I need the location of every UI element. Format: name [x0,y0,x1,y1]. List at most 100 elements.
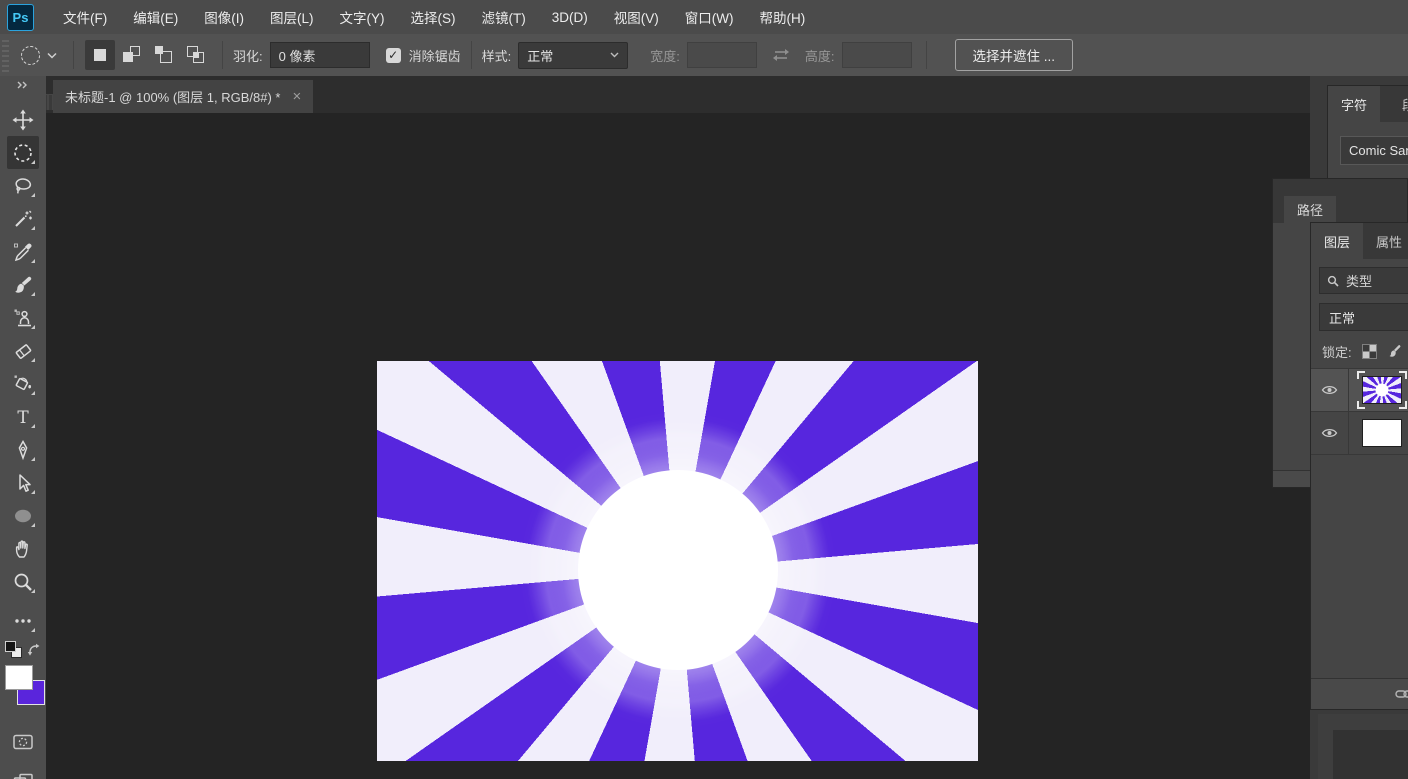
tab-paragraph[interactable]: 段落 [1389,86,1408,122]
foreground-color-swatch[interactable] [5,665,33,690]
height-input [842,42,912,68]
swap-colors-icon[interactable] [27,643,41,657]
lasso-tool-icon [12,175,34,197]
eye-icon [1321,384,1338,396]
character-panel: 字符 段落 Comic Sans MS [1327,85,1408,179]
zoom-tool[interactable] [7,565,39,598]
intersect-selection-button[interactable] [181,40,211,70]
menu-help[interactable]: 帮助(H) [746,0,818,34]
pen-tool-icon [12,439,34,461]
new-selection-button[interactable] [85,40,115,70]
font-family-value: Comic Sans MS [1349,143,1408,158]
layer-row[interactable]: 图层 1 [1311,369,1408,412]
bottom-right-panel-content [1333,730,1408,779]
type-tool[interactable]: T [7,400,39,433]
separator [222,41,223,69]
menu-layer[interactable]: 图层(L) [257,0,327,34]
link-layers-icon[interactable] [1395,688,1408,700]
checkmark-icon: ✓ [388,48,398,62]
layer-thumbnail[interactable] [1360,374,1404,406]
toolbar-collapse-button[interactable] [0,76,46,89]
layer-row[interactable]: 背景 [1311,412,1408,455]
menu-window[interactable]: 窗口(W) [672,0,747,34]
layer-visibility-toggle[interactable] [1311,412,1349,454]
elliptical-marquee-icon [21,46,40,65]
tab-character[interactable]: 字符 [1328,86,1380,122]
sunburst-thumbnail [1362,376,1402,404]
lock-pixels-brush-icon[interactable] [1387,344,1402,359]
background-thumbnail [1362,419,1402,447]
tab-paths[interactable]: 路径 [1284,196,1336,223]
paint-bucket-tool-icon [12,373,34,395]
default-colors-button[interactable] [5,641,22,658]
clone-stamp-tool-icon [12,307,34,329]
lasso-tool[interactable] [7,169,39,202]
document-canvas[interactable] [377,361,978,761]
default-foreground-swatch [5,641,16,652]
ellipsis-icon [12,610,34,632]
photoshop-logo-icon: Ps [7,4,34,31]
swap-width-height-icon [771,47,791,63]
layer-visibility-toggle[interactable] [1311,369,1349,411]
antialias-checkbox[interactable]: ✓ [386,48,401,63]
paint-bucket-tool[interactable] [7,367,39,400]
layers-panel-bottom-bar [1311,678,1408,709]
lock-label: 锁定: [1322,342,1352,361]
document-tab-bar: 未标题-1 @ 100% (图层 1, RGB/8#) * × [46,76,1310,113]
hand-tool[interactable] [7,532,39,565]
chevron-down-icon [610,52,619,58]
move-tool[interactable] [7,103,39,136]
tab-properties[interactable]: 属性 [1363,223,1408,259]
new-selection-icon [91,46,109,64]
options-bar-grip[interactable] [2,38,9,72]
style-value: 正常 [527,46,553,65]
pen-tool[interactable] [7,433,39,466]
subtract-from-selection-button[interactable] [149,40,179,70]
menu-file[interactable]: 文件(F) [50,0,120,34]
path-selection-tool[interactable] [7,466,39,499]
layer-filter-field[interactable]: 类型 [1319,267,1408,294]
menu-image[interactable]: 图像(I) [191,0,257,34]
sunburst-center-circle [578,470,778,670]
layers-panel: 图层 属性 类型 正常 锁定: [1310,222,1408,710]
add-to-selection-button[interactable] [117,40,147,70]
font-family-input[interactable]: Comic Sans MS [1340,136,1408,165]
quick-mask-button[interactable] [7,725,39,758]
close-tab-icon[interactable]: × [292,89,301,104]
select-and-mask-button[interactable]: 选择并遮住 ... [955,39,1074,71]
canvas-area[interactable] [46,113,1310,779]
lock-transparency-icon[interactable] [1362,344,1377,359]
screen-mode-button[interactable] [7,764,39,779]
magic-wand-tool[interactable] [7,202,39,235]
brush-tool[interactable] [7,268,39,301]
eraser-tool[interactable] [7,334,39,367]
tab-layers[interactable]: 图层 [1311,223,1363,259]
style-select[interactable]: 正常 [518,42,628,69]
feather-value: 0 像素 [279,46,316,65]
ellipse-shape-tool[interactable] [7,499,39,532]
path-selection-tool-icon [12,472,34,494]
clone-stamp-tool[interactable] [7,301,39,334]
edit-toolbar-button[interactable] [7,604,39,637]
intersect-selection-icon [187,46,205,64]
feather-input[interactable]: 0 像素 [270,42,370,68]
separator [73,41,74,69]
elliptical-marquee-tool[interactable] [7,136,39,169]
menu-filter[interactable]: 滤镜(T) [469,0,539,34]
tool-preset-picker[interactable] [15,46,63,65]
eyedropper-tool-icon [12,241,34,263]
lock-row: 锁定: [1311,335,1408,368]
document-tab[interactable]: 未标题-1 @ 100% (图层 1, RGB/8#) * × [53,80,313,113]
menu-view[interactable]: 视图(V) [601,0,672,34]
menu-type[interactable]: 文字(Y) [327,0,398,34]
layer-thumbnail[interactable] [1360,417,1404,449]
eye-icon [1321,427,1338,439]
options-bar: 羽化: 0 像素 ✓ 消除锯齿 样式: 正常 宽度: 高度: [0,34,1408,77]
menu-select[interactable]: 选择(S) [398,0,469,34]
hand-tool-icon [12,538,34,560]
menu-3d[interactable]: 3D(D) [539,0,601,34]
screen-mode-icon [11,770,35,779]
eyedropper-tool[interactable] [7,235,39,268]
menu-edit[interactable]: 编辑(E) [120,0,191,34]
blend-mode-select[interactable]: 正常 [1319,303,1408,331]
